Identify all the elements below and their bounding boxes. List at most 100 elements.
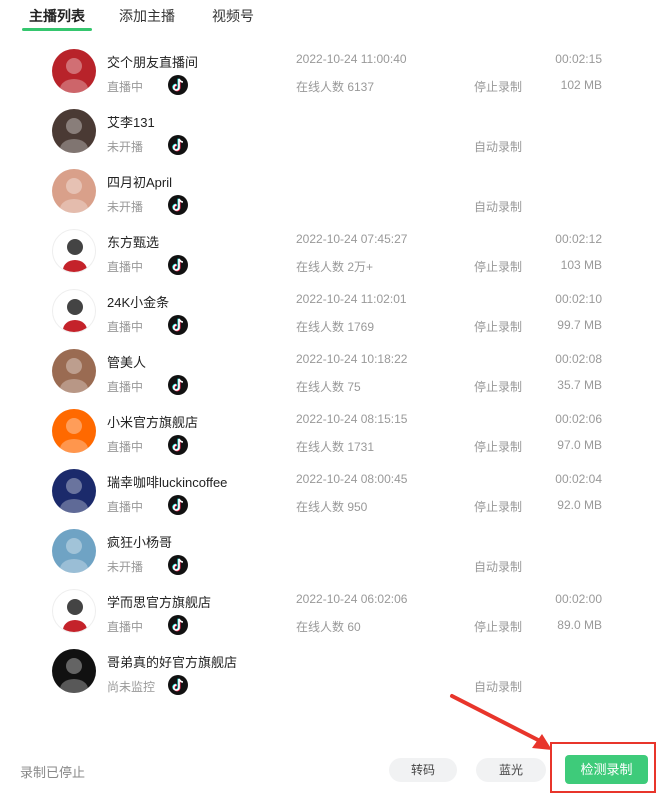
- viewer-count: 在线人数 60: [296, 620, 361, 634]
- file-size: 35.7 MB: [557, 378, 602, 392]
- avatar: [52, 349, 96, 393]
- streamer-name: 哥弟真的好官方旗舰店: [107, 655, 238, 670]
- live-status: 未开播: [107, 560, 144, 574]
- viewer-count: 在线人数 1769: [296, 320, 375, 334]
- bluray-button[interactable]: 蓝光: [476, 758, 546, 782]
- tiktok-icon: [168, 315, 188, 335]
- detect-recording-button[interactable]: 检测录制: [565, 755, 648, 784]
- streamer-row[interactable]: 交个朋友直播间 直播中 2022-10-24 11:00:40 在线人数 6137 停止…: [0, 40, 665, 100]
- avatar: [52, 589, 96, 633]
- record-action-button[interactable]: 停止录制: [474, 438, 522, 455]
- tiktok-icon: [168, 615, 188, 635]
- tiktok-icon: [168, 555, 188, 575]
- live-status: 直播中: [107, 260, 144, 274]
- streamer-row[interactable]: 小米官方旗舰店 直播中 2022-10-24 08:15:15 在线人数 1731 停止…: [0, 400, 665, 460]
- file-size: 103 MB: [560, 258, 602, 272]
- tiktok-icon: [168, 435, 188, 455]
- start-time: 2022-10-24 11:02:01: [296, 292, 407, 306]
- recording-status: 录制已停止: [20, 765, 86, 780]
- record-duration: 00:02:08: [555, 352, 602, 366]
- avatar: [52, 49, 96, 93]
- streamer-name: 疯狂小杨哥: [107, 535, 173, 550]
- live-status: 直播中: [107, 440, 144, 454]
- viewer-count: 在线人数 950: [296, 500, 368, 514]
- record-action-button[interactable]: 停止录制: [474, 78, 522, 95]
- tab-add-streamer[interactable]: 添加主播: [119, 6, 175, 26]
- tab-streamer-list[interactable]: 主播列表: [29, 6, 85, 26]
- record-duration: 00:02:10: [555, 292, 602, 306]
- viewer-count: 在线人数 6137: [296, 80, 375, 94]
- avatar: [52, 289, 96, 333]
- file-size: 89.0 MB: [557, 618, 602, 632]
- record-action-button[interactable]: 自动录制: [474, 138, 522, 155]
- live-status: 尚未监控: [107, 680, 156, 694]
- streamer-row[interactable]: 管美人直播中 2022-10-24 10:18:22 在线人数 75 停止录制 00:0…: [0, 340, 665, 400]
- viewer-count: 在线人数 1731: [296, 440, 375, 454]
- streamer-name: 瑞幸咖啡luckincoffee: [107, 475, 228, 490]
- streamer-row[interactable]: 24K小金条 直播中 2022-10-24 11:02:01 在线人数 1769 停止录…: [0, 280, 665, 340]
- streamer-name: 东方甄选: [107, 235, 160, 250]
- live-status: 未开播: [107, 200, 144, 214]
- avatar: [52, 229, 96, 273]
- transcode-button[interactable]: 转码: [389, 758, 457, 782]
- red-arrow-annotation-icon: [450, 694, 552, 750]
- record-duration: 00:02:00: [555, 592, 602, 606]
- start-time: 2022-10-24 08:00:45: [296, 472, 408, 486]
- streamer-row[interactable]: 瑞幸咖啡luckincoffee 直播中 2022-10-24 08:00:45 在线…: [0, 460, 665, 520]
- tiktok-icon: [168, 675, 188, 695]
- record-action-button[interactable]: 停止录制: [474, 618, 522, 635]
- live-status: 直播中: [107, 620, 144, 634]
- streamer-row[interactable]: 学而思官方旗舰店 直播中 2022-10-24 06:02:06 在线人数 60 停止录…: [0, 580, 665, 640]
- tiktok-icon: [168, 255, 188, 275]
- file-size: 102 MB: [560, 78, 602, 92]
- streamer-row[interactable]: 东方甄选 直播中 2022-10-24 07:45:27 在线人数 2万+ 停止录制 00…: [0, 220, 665, 280]
- streamer-name: 四月初April: [107, 175, 173, 190]
- active-tab-indicator: [22, 28, 92, 31]
- start-time: 2022-10-24 10:18:22: [296, 352, 408, 366]
- viewer-count: 在线人数 2万+: [296, 260, 374, 274]
- streamer-row[interactable]: 疯狂小杨哥未开播 自动录制: [0, 520, 665, 580]
- record-action-button[interactable]: 停止录制: [474, 258, 522, 275]
- streamer-name: 24K小金条: [107, 295, 170, 310]
- avatar: [52, 169, 96, 213]
- tiktok-icon: [168, 135, 188, 155]
- record-action-button[interactable]: 停止录制: [474, 318, 522, 335]
- record-duration: 00:02:06: [555, 412, 602, 426]
- live-status: 直播中: [107, 80, 144, 94]
- start-time: 2022-10-24 07:45:27: [296, 232, 408, 246]
- live-status: 直播中: [107, 380, 144, 394]
- streamer-row[interactable]: 艾李131 未开播 自动录制: [0, 100, 665, 160]
- viewer-count: 在线人数 75: [296, 380, 361, 394]
- record-duration: 00:02:04: [555, 472, 602, 486]
- file-size: 92.0 MB: [557, 498, 602, 512]
- tab-video-channel[interactable]: 视频号: [212, 6, 254, 26]
- streamer-name: 艾李131: [107, 115, 155, 130]
- start-time: 2022-10-24 08:15:15: [296, 412, 408, 426]
- streamer-row[interactable]: 四月初April 未开播 自动录制: [0, 160, 665, 220]
- file-size: 97.0 MB: [557, 438, 602, 452]
- avatar: [52, 409, 96, 453]
- record-action-button[interactable]: 停止录制: [474, 378, 522, 395]
- streamer-name: 学而思官方旗舰店: [107, 595, 212, 610]
- record-action-button[interactable]: 停止录制: [474, 498, 522, 515]
- streamer-name: 管美人: [107, 355, 147, 370]
- live-status: 直播中: [107, 320, 144, 334]
- record-duration: 00:02:15: [555, 52, 602, 66]
- avatar: [52, 469, 96, 513]
- tiktok-icon: [168, 375, 188, 395]
- tiktok-icon: [168, 195, 188, 215]
- record-action-button[interactable]: 自动录制: [474, 558, 522, 575]
- streamer-name: 交个朋友直播间: [107, 55, 199, 70]
- file-size: 99.7 MB: [557, 318, 602, 332]
- tiktok-icon: [168, 75, 188, 95]
- avatar: [52, 529, 96, 573]
- streamer-row[interactable]: 哥弟真的好官方旗舰店 尚未监控 自动录制: [0, 640, 665, 700]
- tiktok-icon: [168, 495, 188, 515]
- start-time: 2022-10-24 11:00:40: [296, 52, 407, 66]
- start-time: 2022-10-24 06:02:06: [296, 592, 408, 606]
- record-action-button[interactable]: 自动录制: [474, 198, 522, 215]
- avatar: [52, 649, 96, 693]
- live-status: 直播中: [107, 500, 144, 514]
- tab-bar: 主播列表 添加主播 视频号: [0, 0, 665, 36]
- live-status: 未开播: [107, 140, 144, 154]
